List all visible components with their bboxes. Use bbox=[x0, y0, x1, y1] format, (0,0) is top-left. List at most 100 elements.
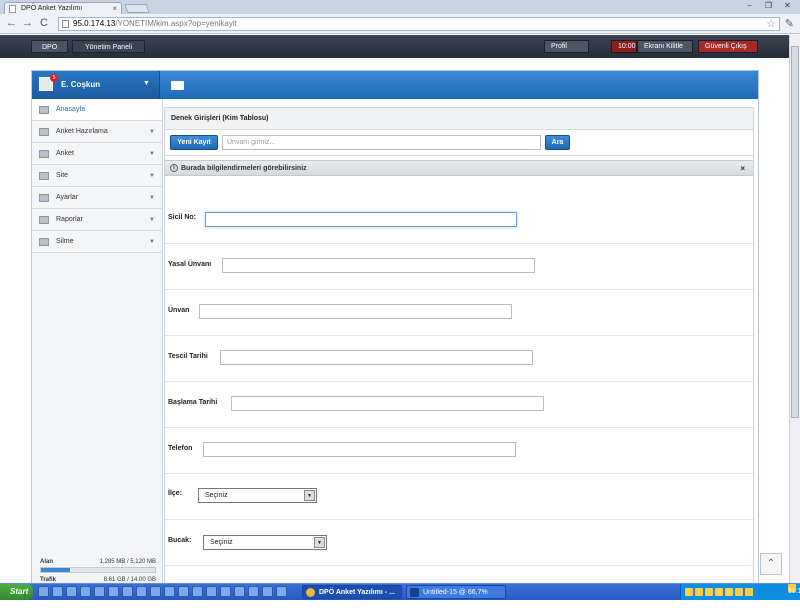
tray-icon[interactable] bbox=[695, 588, 703, 596]
baslama-tarihi-input[interactable] bbox=[231, 396, 544, 411]
forward-arrow-icon[interactable]: → bbox=[22, 17, 33, 30]
tray-icon[interactable] bbox=[715, 588, 723, 596]
new-record-button[interactable]: Yeni Kayıt bbox=[170, 135, 218, 150]
settings-icon bbox=[39, 194, 49, 202]
user-menu[interactable]: 5 E. Coşkun ▼ bbox=[32, 71, 160, 99]
content-toolbar: Yeni Kayıt Ünvanı giriniz... Ara bbox=[165, 130, 753, 156]
tray-icon[interactable] bbox=[705, 588, 713, 596]
bookmark-star-icon[interactable]: ☆ bbox=[766, 18, 776, 30]
quicklaunch-icon[interactable] bbox=[38, 586, 49, 597]
quicklaunch-icon[interactable] bbox=[164, 586, 175, 597]
breadcrumb-root[interactable]: DPO bbox=[31, 40, 69, 53]
lock-screen-button[interactable]: Ekranı Kilitle bbox=[637, 40, 693, 53]
browser-tab[interactable]: DPÖ Anket Yazılımı × bbox=[4, 2, 122, 14]
wrench-icon[interactable]: ✎ bbox=[785, 17, 794, 30]
minimize-icon[interactable]: – bbox=[741, 1, 758, 11]
reload-icon[interactable]: C bbox=[40, 17, 48, 30]
quicklaunch-icon[interactable] bbox=[80, 586, 91, 597]
photoshop-icon bbox=[410, 588, 419, 597]
chevron-down-icon: ▼ bbox=[149, 195, 155, 201]
quicklaunch-icon[interactable] bbox=[108, 586, 119, 597]
close-icon[interactable]: × bbox=[740, 161, 745, 176]
search-button[interactable]: Ara bbox=[545, 135, 570, 150]
quicklaunch-icon[interactable] bbox=[192, 586, 203, 597]
quicklaunch-icon[interactable] bbox=[276, 586, 287, 597]
ilce-select[interactable]: Seçiniz ▼ bbox=[198, 488, 317, 503]
tray-icon[interactable] bbox=[745, 588, 753, 596]
sidebar-item-anket[interactable]: Anket ▼ bbox=[32, 143, 162, 165]
quicklaunch-icon[interactable] bbox=[66, 586, 77, 597]
sidebar-item-label: Ayarlar bbox=[56, 194, 79, 201]
close-tab-icon[interactable]: × bbox=[112, 3, 117, 14]
quicklaunch-icon[interactable] bbox=[94, 586, 105, 597]
new-tab-button[interactable] bbox=[124, 4, 150, 13]
form-row-unvan: Ünvan bbox=[165, 289, 753, 335]
quicklaunch-icon[interactable] bbox=[136, 586, 147, 597]
quicklaunch-icon[interactable] bbox=[262, 586, 273, 597]
tescil-tarihi-input[interactable] bbox=[220, 350, 533, 365]
breadcrumb-panel[interactable]: Yönetim Paneli bbox=[72, 40, 146, 53]
chevron-down-icon: ▼ bbox=[149, 239, 155, 245]
folder-icon[interactable] bbox=[171, 81, 184, 90]
quicklaunch-icon[interactable] bbox=[122, 586, 133, 597]
sidebar-item-ayarlar[interactable]: Ayarlar ▼ bbox=[32, 187, 162, 209]
home-icon bbox=[39, 106, 49, 114]
quicklaunch-icon[interactable] bbox=[248, 586, 259, 597]
chevron-down-icon: ▼ bbox=[149, 173, 155, 179]
yasal-unvan-input[interactable] bbox=[222, 258, 535, 273]
bucak-select[interactable]: Seçiniz ▼ bbox=[203, 535, 327, 550]
logout-button[interactable]: Güvenli Çıkış bbox=[698, 40, 758, 53]
info-bar: i Burada bilgilendirmeleri görebilirsini… bbox=[165, 160, 753, 176]
tab-title: DPÖ Anket Yazılımı bbox=[21, 5, 83, 12]
form-row-yasal-unvan: Yasal Ünvanı bbox=[165, 243, 753, 289]
sidebar-item-anket-hazirlama[interactable]: Anket Hazırlama ▼ bbox=[32, 121, 162, 143]
taskbar-item-label: DPÖ Anket Yazılımı - ... bbox=[319, 589, 395, 596]
form-row-bucak: Bucak: Seçiniz ▼ bbox=[165, 519, 753, 565]
maximize-icon[interactable]: ❐ bbox=[760, 1, 777, 11]
sidebar-item-label: Raporlar bbox=[56, 216, 83, 223]
form-row-next bbox=[165, 565, 753, 585]
start-button[interactable]: Start bbox=[0, 584, 33, 600]
taskbar-item-photoshop[interactable]: Untitled-15 @ 66,7% (La... bbox=[406, 585, 506, 609]
taskbar-item-browser[interactable]: DPÖ Anket Yazılımı - ... bbox=[302, 585, 402, 599]
notification-badge: 5 bbox=[50, 74, 58, 82]
unvan-input[interactable] bbox=[199, 304, 512, 319]
ilce-selected-value: Seçiniz bbox=[205, 492, 228, 499]
page-icon bbox=[9, 5, 16, 13]
tray-icon[interactable] bbox=[725, 588, 733, 596]
scrollbar-thumb[interactable] bbox=[791, 46, 799, 418]
system-tray: 11:16 bbox=[680, 584, 800, 600]
main-panel: 5 E. Coşkun ▼ Anasayfa Anket Hazırlama ▼ … bbox=[31, 70, 759, 591]
form-row-tescil: Tescil Tarihi bbox=[165, 335, 753, 381]
sidebar-item-anasayfa[interactable]: Anasayfa bbox=[32, 99, 162, 121]
telefon-input[interactable] bbox=[203, 442, 516, 457]
bucak-label: Bucak: bbox=[168, 537, 192, 544]
quicklaunch-icon[interactable] bbox=[234, 586, 245, 597]
sidebar-item-label: Site bbox=[56, 172, 69, 179]
form-row-baslama: Başlama Tarihi bbox=[165, 381, 753, 427]
quicklaunch-icon[interactable] bbox=[206, 586, 217, 597]
sicil-input[interactable] bbox=[205, 212, 517, 227]
sidebar-item-site[interactable]: Site ▼ bbox=[32, 165, 162, 187]
quicklaunch-icon[interactable] bbox=[52, 586, 63, 597]
user-name: E. Coşkun bbox=[61, 80, 101, 89]
quicklaunch-icon[interactable] bbox=[178, 586, 189, 597]
panel-header: 5 E. Coşkun ▼ bbox=[32, 71, 758, 99]
quicklaunch-icon[interactable] bbox=[150, 586, 161, 597]
search-input[interactable]: Ünvanı giriniz... bbox=[222, 135, 541, 150]
sidebar-item-silme[interactable]: Silme ▼ bbox=[32, 231, 162, 253]
scroll-to-top-button[interactable]: ⌃ bbox=[760, 553, 782, 575]
quicklaunch-icon[interactable] bbox=[220, 586, 231, 597]
session-timer: 10:00 bbox=[611, 40, 637, 53]
sidebar-item-raporlar[interactable]: Raporlar ▼ bbox=[32, 209, 162, 231]
page-scrollbar[interactable] bbox=[789, 35, 800, 583]
url-input[interactable]: 95.0.174.13/YONETIM/kim.aspx?op=yenikayi… bbox=[58, 17, 780, 31]
tray-icon[interactable] bbox=[735, 588, 743, 596]
profile-button[interactable]: Profil bbox=[544, 40, 589, 53]
tray-icon[interactable] bbox=[685, 588, 693, 596]
close-window-icon[interactable]: ✕ bbox=[779, 1, 796, 11]
back-arrow-icon[interactable]: ← bbox=[6, 17, 17, 30]
yasal-unvan-label: Yasal Ünvanı bbox=[168, 261, 212, 268]
content-area: Denek Girişleri (Kim Tablosu) Yeni Kayıt… bbox=[164, 107, 754, 589]
page-title: Denek Girişleri (Kim Tablosu) bbox=[165, 108, 753, 130]
